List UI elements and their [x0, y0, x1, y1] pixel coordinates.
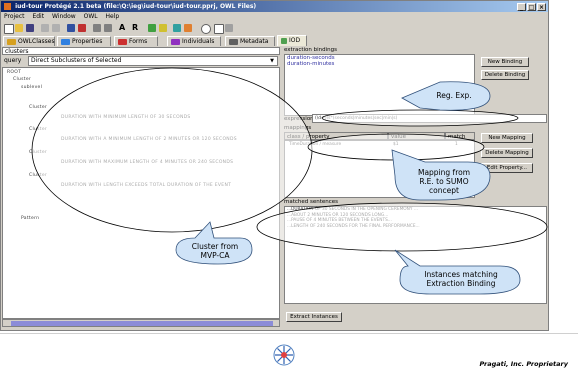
close-button[interactable]: ×	[537, 3, 546, 11]
menu-project[interactable]: Project	[4, 13, 25, 20]
scrollbar-thumb[interactable]	[11, 321, 273, 326]
footer-divider	[0, 333, 578, 334]
horizontal-scrollbar[interactable]	[2, 319, 280, 327]
find-icon[interactable]	[104, 24, 112, 32]
tree-node-root[interactable]: ROOT	[7, 70, 21, 75]
menu-edit[interactable]: Edit	[32, 13, 44, 20]
properties-icon	[61, 38, 70, 45]
menu-owl[interactable]: OWL	[84, 13, 98, 20]
tree-node[interactable]: DURATION WITH MAXIMUM LENGTH OF 4 MINUTE…	[61, 160, 233, 165]
query-select[interactable]: Direct Subclusters of Selected ▼	[28, 56, 278, 66]
extract-instances-button[interactable]: Extract Instances	[286, 312, 342, 322]
mapping-match-cell[interactable]: 1	[453, 142, 458, 148]
tab-iod[interactable]: IOD	[277, 35, 307, 46]
export-icon[interactable]	[225, 24, 233, 32]
window-title: iud-tour Protégé 2.1 beta (file:\Q:\ieg\…	[15, 3, 257, 10]
matched-sentences-list[interactable]: ...DURATION OF 30 SECONDS IN THE OPENING…	[284, 206, 547, 304]
save-icon[interactable]	[26, 24, 34, 32]
app-icon	[4, 3, 11, 10]
cut-icon[interactable]	[67, 24, 75, 32]
tree-node[interactable]: DURATION WITH LENGTH EXCEEDS TOTAL DURAT…	[61, 183, 231, 188]
delete-mapping-button[interactable]: Delete Mapping	[481, 148, 533, 158]
extraction-bindings-list[interactable]: duration-seconds duration-minutes	[284, 54, 475, 116]
mappings-label: mappings	[284, 125, 312, 131]
query-icon[interactable]	[184, 24, 192, 32]
menu-window[interactable]: Window	[52, 13, 76, 20]
individuals-icon	[171, 38, 180, 45]
new-icon[interactable]	[4, 24, 14, 34]
column-value[interactable]: value	[388, 132, 445, 140]
mapping-value-cell[interactable]: $1	[391, 142, 398, 148]
tab-individuals[interactable]: Individuals	[167, 36, 221, 46]
paste-icon[interactable]	[93, 24, 101, 32]
minimize-button[interactable]: _	[517, 3, 526, 11]
tree-node[interactable]: Cluster	[29, 105, 47, 110]
redo-icon[interactable]	[52, 24, 60, 32]
cluster-tree[interactable]: ROOT Cluster sublevel Cluster DURATION W…	[2, 67, 280, 319]
regexp-callout: Reg. Exp.	[436, 91, 472, 100]
query-row: query Direct Subclusters of Selected ▼	[2, 56, 280, 66]
proprietary-notice: Pragati, Inc. Proprietary	[479, 360, 568, 368]
clusters-panel: clusters query Direct Subclusters of Sel…	[2, 47, 280, 329]
title-bar: iud-tour Protégé 2.1 beta (file:\Q:\ieg\…	[1, 1, 548, 12]
help-icon[interactable]	[201, 24, 211, 34]
menu-help[interactable]: Help	[106, 13, 120, 20]
tab-metadata[interactable]: Metadata	[225, 36, 275, 46]
clusters-header: clusters	[2, 47, 280, 55]
extraction-bindings-label: extraction bindings	[284, 47, 338, 53]
open-icon[interactable]	[15, 24, 23, 32]
mapping-class-cell[interactable]: TimeDuration / measure	[287, 142, 341, 148]
expression-label: expression	[284, 116, 314, 122]
sentence-item[interactable]: ...LENGTH OF 240 SECONDS FOR THE FINAL P…	[285, 224, 546, 230]
chevron-down-icon: ▼	[270, 58, 274, 64]
mapping-callout: Mapping from R.E. to SUMO concept	[417, 168, 471, 195]
iod-icon	[281, 37, 287, 44]
tab-owlclasses[interactable]: OWLClasses	[3, 36, 55, 46]
cluster-callout: Cluster from MVP-CA	[191, 242, 239, 260]
tree-node[interactable]: Cluster	[29, 150, 47, 155]
expression-field[interactable]: (\d+)\s*(seconds|minutes|sec|min|s)	[312, 114, 547, 123]
column-match[interactable]: match	[445, 132, 475, 140]
query-label: query	[4, 57, 22, 64]
tree-node[interactable]: DURATION WITH MINIMUM LENGTH OF 30 SECON…	[61, 115, 191, 120]
owlclasses-icon	[7, 38, 16, 45]
undo-icon[interactable]	[41, 24, 49, 32]
toolbar: A R	[1, 22, 548, 35]
table-icon[interactable]	[214, 24, 224, 34]
edit-property-button[interactable]: Edit Property...	[481, 163, 533, 173]
matched-sentences-label: matched sentences	[284, 199, 339, 205]
new-mapping-button[interactable]: New Mapping	[481, 133, 533, 143]
a-icon[interactable]: A	[119, 23, 125, 32]
tree-node[interactable]: Pattern	[21, 216, 39, 221]
metadata-icon	[229, 38, 238, 45]
menu-bar: Project Edit Window OWL Help	[1, 12, 548, 22]
forms-icon	[118, 38, 127, 45]
r-icon[interactable]: R	[132, 23, 138, 32]
tab-properties[interactable]: Properties	[57, 36, 111, 46]
tree-node[interactable]: Cluster	[13, 77, 31, 82]
tab-strip: OWLClasses Properties Forms Individuals …	[1, 35, 548, 46]
instances-callout: Instances matching Extraction Binding	[424, 270, 498, 288]
maximize-button[interactable]: □	[527, 3, 536, 11]
binding-item[interactable]: duration-minutes	[285, 61, 474, 67]
tree-node[interactable]: Cluster	[29, 127, 47, 132]
tree-node[interactable]: sublevel	[21, 85, 42, 90]
query-value: Direct Subclusters of Selected	[31, 57, 122, 64]
delete-binding-button[interactable]: Delete Binding	[481, 70, 529, 80]
copy-icon[interactable]	[78, 24, 86, 32]
pragati-logo-icon	[273, 344, 295, 366]
new-binding-button[interactable]: New Binding	[481, 57, 529, 67]
instance-icon[interactable]	[173, 24, 181, 32]
class-icon[interactable]	[148, 24, 156, 32]
column-class-property[interactable]: class / property	[284, 132, 388, 140]
tree-node[interactable]: DURATION WITH A MINIMUM LENGTH OF 2 MINU…	[61, 137, 237, 142]
tab-forms[interactable]: Forms	[114, 36, 158, 46]
tree-node[interactable]: Cluster	[29, 173, 47, 178]
slot-icon[interactable]	[159, 24, 167, 32]
